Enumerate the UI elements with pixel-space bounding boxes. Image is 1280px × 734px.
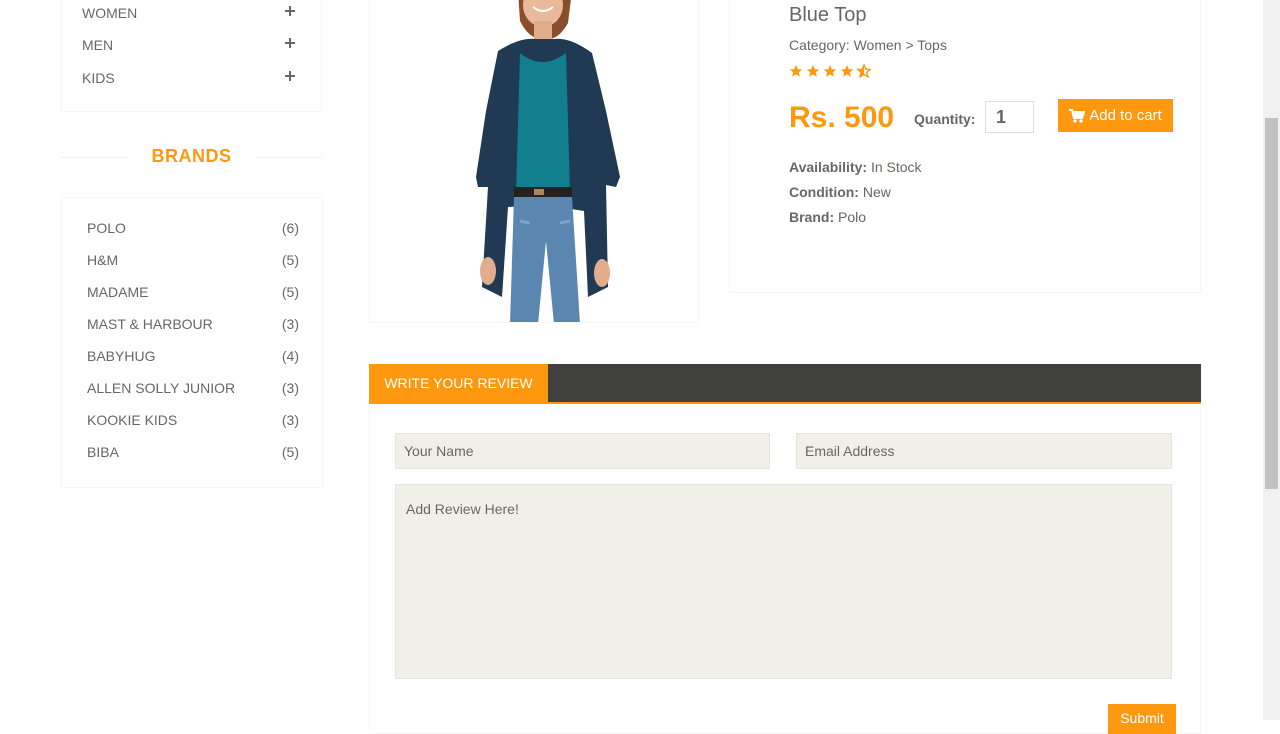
submit-button[interactable]: Submit: [1108, 704, 1176, 734]
category-label[interactable]: WOMEN: [82, 5, 137, 21]
quantity-input[interactable]: [985, 101, 1034, 133]
brand-count: (3): [281, 412, 299, 428]
star-icon: [789, 65, 803, 77]
brand-value: Polo: [834, 209, 867, 225]
scrollbar-thumb[interactable]: [1265, 118, 1278, 489]
brand-count: (3): [281, 380, 299, 396]
star-icon: [840, 65, 854, 77]
product-category: Category: Women > Tops: [789, 37, 947, 53]
brand-name[interactable]: POLO: [87, 220, 126, 236]
tab-write-review[interactable]: WRITE YOUR REVIEW: [369, 364, 548, 402]
star-icon: [823, 65, 837, 77]
brand-count: (4): [281, 348, 299, 364]
woman-model-illustration: [370, 0, 698, 322]
brand-count: (6): [281, 220, 299, 236]
plus-icon[interactable]: [285, 35, 297, 48]
review-email-input[interactable]: [796, 433, 1172, 469]
plus-icon[interactable]: [285, 3, 297, 16]
brand-item-kookie-kids[interactable]: KOOKIE KIDS (3): [87, 412, 299, 432]
category-label[interactable]: KIDS: [82, 70, 115, 86]
brand-name[interactable]: BIBA: [87, 444, 119, 460]
star-icon: [806, 65, 820, 77]
brand-count: (5): [281, 284, 299, 300]
brand-item-mast-harbour[interactable]: MAST & HARBOUR (3): [87, 316, 299, 336]
brand-item-biba[interactable]: BIBA (5): [87, 444, 299, 464]
condition-value: New: [858, 184, 891, 200]
review-name-input[interactable]: [395, 433, 770, 469]
brand-name[interactable]: ALLEN SOLLY JUNIOR: [87, 380, 235, 396]
category-women[interactable]: WOMEN: [82, 5, 297, 25]
brand-item-allen-solly-junior[interactable]: ALLEN SOLLY JUNIOR (3): [87, 380, 299, 400]
availability-label: Availability:: [789, 159, 868, 175]
product-price: Rs. 500: [789, 101, 895, 134]
rating-stars: [789, 64, 871, 78]
quantity-label: Quantity:: [914, 111, 976, 127]
brand-item-polo[interactable]: POLO (6): [87, 220, 299, 240]
brand-row: Brand: Polo: [789, 209, 866, 225]
brand-name[interactable]: MADAME: [87, 284, 148, 300]
brand-name[interactable]: BABYHUG: [87, 348, 155, 364]
brand-count: (5): [281, 252, 299, 268]
availability-row: Availability: In Stock: [789, 159, 922, 175]
brand-item-babyhug[interactable]: BABYHUG (4): [87, 348, 299, 368]
review-text-input[interactable]: [395, 484, 1172, 679]
product-image: [369, 0, 699, 323]
brand-item-hm[interactable]: H&M (5): [87, 252, 299, 272]
brand-name[interactable]: MAST & HARBOUR: [87, 316, 213, 332]
condition-row: Condition: New: [789, 184, 891, 200]
category-men[interactable]: MEN: [82, 37, 297, 57]
condition-label: Condition:: [789, 184, 859, 200]
shopping-cart-icon: [1069, 108, 1086, 123]
plus-icon[interactable]: [285, 68, 297, 81]
divider: [256, 157, 322, 158]
product-title: Blue Top: [789, 4, 867, 26]
brand-count: (5): [281, 444, 299, 460]
brand-label: Brand:: [789, 209, 835, 225]
availability-value: In Stock: [867, 159, 922, 175]
brand-name[interactable]: KOOKIE KIDS: [87, 412, 177, 428]
brand-name[interactable]: H&M: [87, 252, 118, 268]
brand-item-madame[interactable]: MADAME (5): [87, 284, 299, 304]
add-to-cart-label[interactable]: Add to cart: [1089, 107, 1162, 124]
category-label[interactable]: MEN: [82, 37, 113, 53]
brand-count: (3): [281, 316, 299, 332]
category-kids[interactable]: KIDS: [82, 70, 297, 90]
add-to-cart-button[interactable]: Add to cart: [1058, 99, 1173, 132]
